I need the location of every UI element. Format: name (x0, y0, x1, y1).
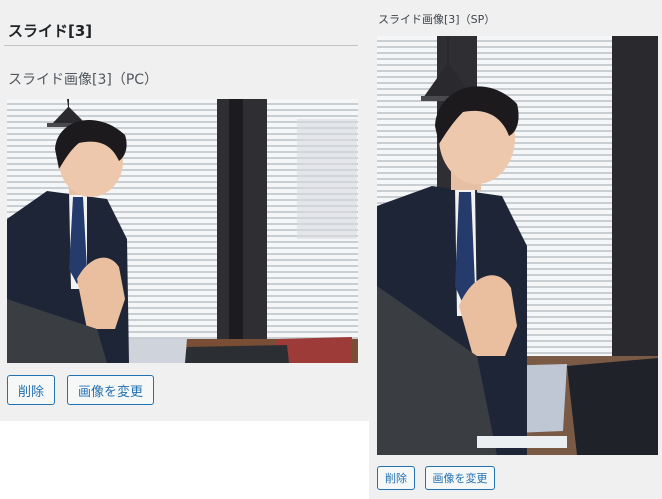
sp-slide-image (377, 36, 658, 455)
panel-bottom-area (0, 421, 369, 499)
sp-image-label: スライド画像[3]（SP） (378, 13, 496, 26)
section-divider (4, 45, 358, 46)
sp-change-image-button[interactable]: 画像を変更 (425, 466, 495, 490)
section-title: スライド[3] (8, 22, 93, 40)
pc-change-image-button[interactable]: 画像を変更 (67, 375, 154, 405)
pc-image-label: スライド画像[3]（PC） (8, 72, 159, 88)
sp-delete-button[interactable]: 削除 (377, 466, 415, 490)
pc-delete-button[interactable]: 削除 (7, 375, 55, 405)
pc-slide-image (7, 99, 358, 363)
